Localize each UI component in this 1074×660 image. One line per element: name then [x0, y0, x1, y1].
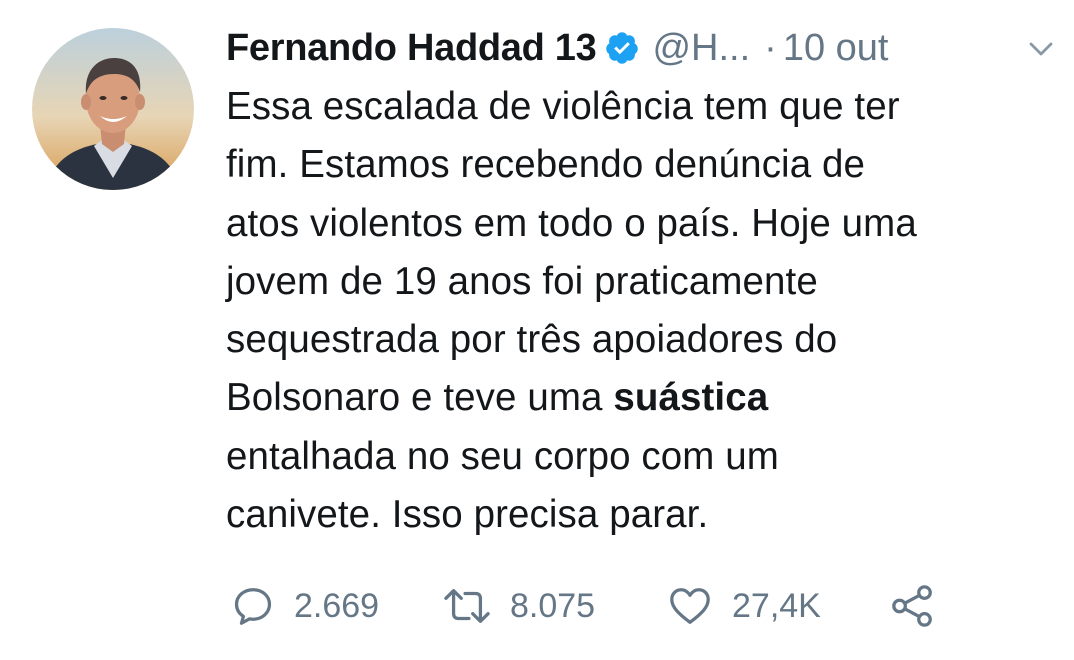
heart-icon — [670, 588, 710, 624]
profile-photo — [46, 58, 180, 190]
tweet-text-segment: Bolsonaro e teve uma — [226, 376, 614, 420]
separator-dot: · — [764, 26, 777, 69]
like-button[interactable]: 27,4K — [666, 580, 821, 632]
reply-icon — [234, 588, 272, 625]
tweet-text-line: jovem de 19 anos foi praticamente — [226, 259, 818, 303]
retweet-button[interactable]: 8.075 — [442, 580, 595, 632]
like-count: 27,4K — [732, 586, 821, 625]
reply-count: 2.669 — [294, 586, 380, 625]
tweet-text-line: Bolsonaro e teve uma suástica — [226, 369, 1056, 427]
tweet-text-line: atos violentos em todo o país. Hoje uma — [226, 201, 917, 245]
tweet-text-line: entalhada no seu corpo com um — [226, 434, 779, 478]
tweet-timestamp[interactable]: 10 out — [783, 27, 889, 70]
share-button[interactable] — [890, 580, 936, 632]
author-handle[interactable]: @H... — [652, 27, 750, 70]
tweet-header: Fernando Haddad 13 @H... · 10 out — [226, 22, 1056, 74]
tweet-text-line: sequestrada por três apoiadores do — [226, 318, 838, 362]
tweet-text-bold: suástica — [613, 376, 769, 420]
avatar[interactable] — [32, 28, 194, 190]
share-icon — [892, 585, 932, 627]
retweet-count: 8.075 — [510, 586, 596, 625]
tweet-text: Essa escalada de violência tem que ter f… — [226, 78, 1056, 544]
tweet-card[interactable]: Fernando Haddad 13 @H... · 10 out Essa e… — [0, 0, 1074, 660]
chevron-down-icon[interactable] — [1026, 34, 1056, 64]
tweet-actions: 2.669 8.075 27,4K — [226, 580, 986, 632]
retweet-icon — [444, 589, 490, 623]
reply-button[interactable]: 2.669 — [230, 580, 379, 632]
tweet-text-line: fim. Estamos recebendo denúncia de — [226, 143, 866, 187]
verified-badge-icon — [606, 32, 639, 64]
tweet-text-line: canivete. Isso precisa parar. — [226, 493, 709, 537]
tweet-text-line: Essa escalada de violência tem que ter — [226, 85, 900, 128]
author-name[interactable]: Fernando Haddad 13 — [226, 27, 597, 70]
